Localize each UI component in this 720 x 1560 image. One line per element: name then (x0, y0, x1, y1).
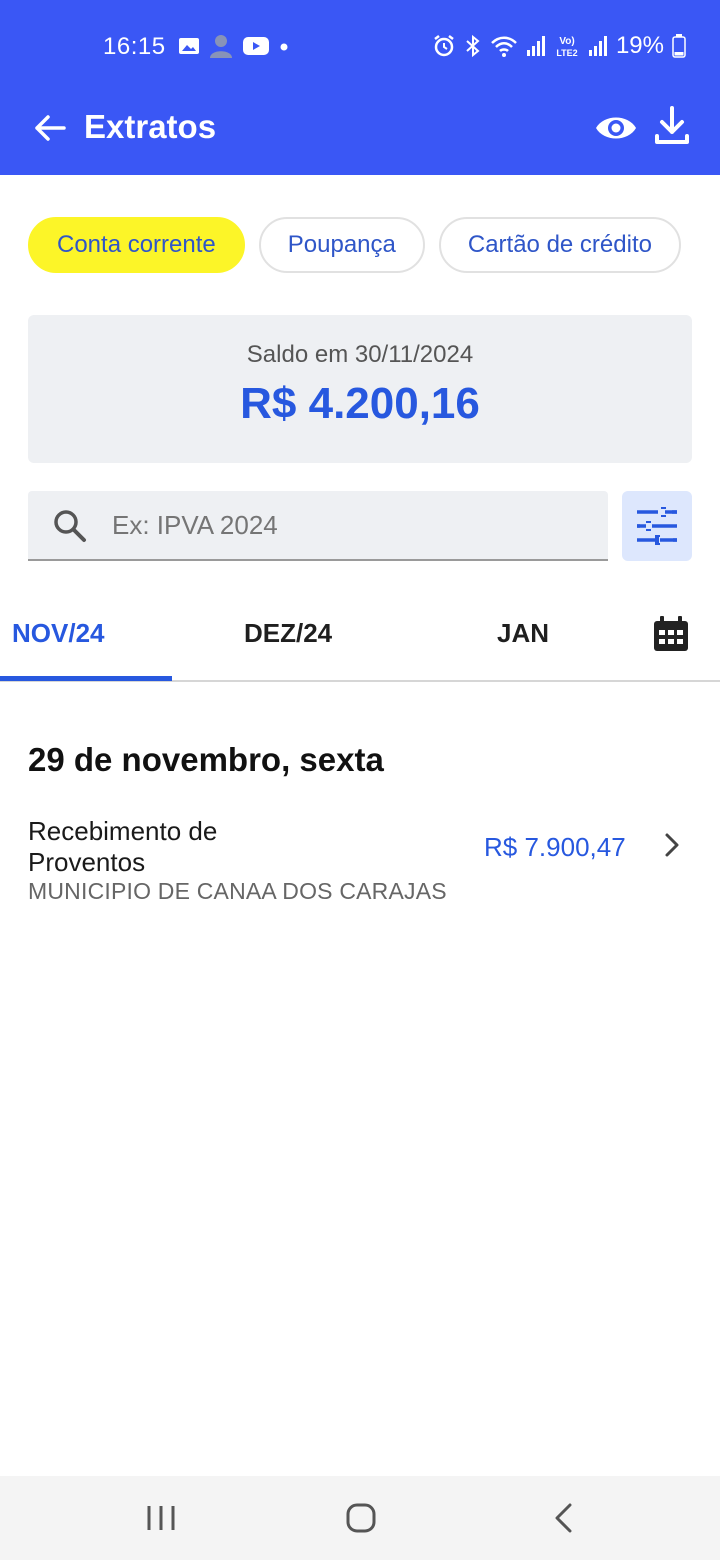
search-icon (54, 510, 86, 542)
system-icons: Vo) LTE2 19% (432, 32, 686, 60)
signal-icon-2 (588, 36, 607, 56)
chip-cartao-de-credito[interactable]: Cartão de crédito (438, 217, 681, 273)
youtube-icon (243, 37, 269, 55)
transaction-subtitle: MUNICIPIO DE CANAA DOS CARAJAS (28, 878, 447, 904)
page-title: Extratos (84, 108, 217, 145)
status-bar: 16:15 Vo) LTE2 19% (0, 0, 720, 92)
tab-nov-24[interactable]: NOV/24 (12, 618, 105, 649)
back-button[interactable] (30, 108, 70, 148)
account-icon (210, 35, 232, 58)
balance-card: Saldo em 30/11/2024 R$ 4.200,16 (28, 315, 692, 463)
tune-icon (637, 507, 677, 545)
chevron-right-icon (665, 833, 679, 857)
filter-button[interactable] (622, 491, 692, 561)
toolbar: Extratos (0, 92, 720, 175)
calendar-icon[interactable] (652, 615, 690, 653)
bluetooth-icon (466, 34, 480, 58)
tab-jan[interactable]: JAN (497, 618, 549, 649)
alarm-icon (434, 35, 454, 57)
transaction-amount: R$ 7.900,47 (484, 832, 626, 862)
balance-label: Saldo em 30/11/2024 (246, 341, 474, 368)
nav-back-icon[interactable] (550, 1502, 578, 1534)
gallery-icon (179, 38, 199, 54)
app-header: 16:15 Vo) LTE2 19% Extratos (0, 0, 720, 175)
tab-dez-24[interactable]: DEZ/24 (244, 618, 332, 649)
search-box (28, 491, 608, 561)
home-icon[interactable] (345, 1502, 377, 1534)
transaction-row[interactable]: Recebimento de Proventos MUNICIPIO DE CA… (0, 812, 720, 912)
account-type-chips: Conta corrente Poupança Cartão de crédit… (28, 217, 681, 273)
battery-icon (672, 34, 686, 58)
status-time: 16:15 (103, 33, 166, 60)
arrow-back-icon (35, 115, 66, 141)
search-input[interactable] (112, 491, 592, 559)
signal-icon (526, 36, 545, 56)
notification-icons (178, 34, 290, 58)
recents-icon[interactable] (145, 1504, 177, 1532)
download-icon[interactable] (652, 104, 692, 148)
volte-icon: Vo)LTE2 (556, 36, 577, 58)
system-nav-bar (0, 1476, 720, 1560)
wifi-icon (491, 36, 517, 57)
battery-percent: 19% (615, 32, 664, 59)
eye-icon[interactable] (594, 110, 638, 146)
month-tabs: NOV/24 DEZ/24 JAN (0, 590, 720, 682)
chip-poupanca[interactable]: Poupança (258, 217, 425, 273)
active-tab-indicator (0, 676, 172, 681)
dot-icon (280, 43, 288, 51)
chip-conta-corrente[interactable]: Conta corrente (28, 217, 245, 273)
svg-text:LTE2: LTE2 (556, 48, 577, 58)
balance-value: R$ 4.200,16 (240, 379, 480, 428)
svg-text:Vo): Vo) (559, 36, 574, 47)
date-heading: 29 de novembro, sexta (28, 741, 384, 778)
transaction-description: Recebimento de Proventos (28, 816, 218, 877)
